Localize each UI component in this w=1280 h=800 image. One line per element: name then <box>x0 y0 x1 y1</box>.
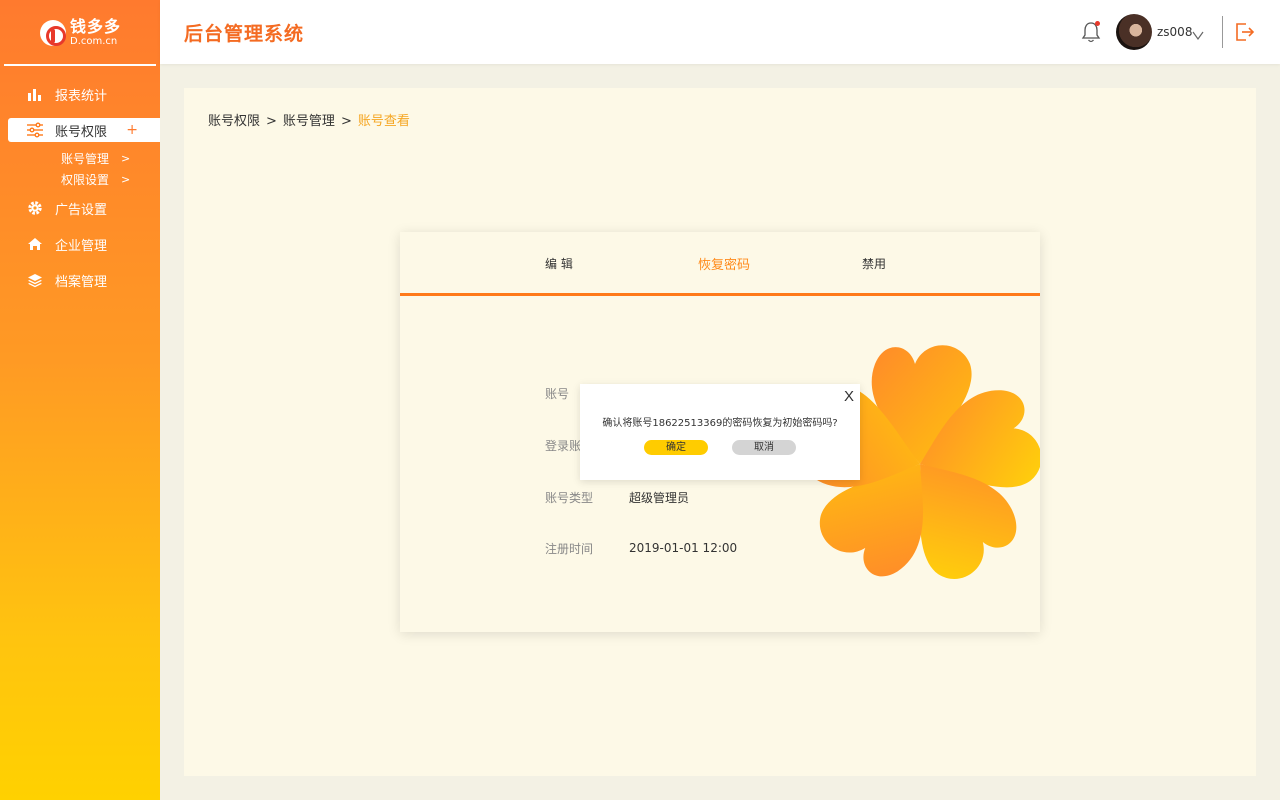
brand-logo[interactable]: 钱多多 D.com.cn <box>40 16 130 50</box>
sliders-icon <box>26 121 44 139</box>
field-label-register-time: 注册时间 <box>545 542 594 556</box>
avatar[interactable] <box>1116 14 1152 50</box>
logout-icon[interactable] <box>1232 20 1256 44</box>
sidebar-subitem-permission-settings[interactable]: 权限设置 > <box>0 169 160 190</box>
tab-reset-password[interactable]: 恢复密码 <box>698 254 750 273</box>
field-label-login-account: 登录账 <box>545 439 582 453</box>
sidebar-divider <box>4 64 156 66</box>
field-value-register-time: 2019-01-01 12:00 <box>629 541 738 555</box>
breadcrumb-separator: > <box>340 114 352 129</box>
home-icon <box>26 235 44 253</box>
brand-name: 钱多多 <box>70 17 122 36</box>
sidebar-subitem-label: 权限设置 <box>61 173 110 187</box>
brand-domain: D.com.cn <box>70 36 118 47</box>
app-title: 后台管理系统 <box>184 23 305 45</box>
sidebar-item-account-permissions[interactable]: 账号权限 + <box>8 118 160 142</box>
sidebar-item-label: 账号权限 <box>55 124 108 140</box>
sidebar: 钱多多 D.com.cn 报表统计 账号权限 + 账号管理 > 权限设置 > 广… <box>0 0 160 800</box>
expand-plus-icon[interactable]: + <box>126 122 138 138</box>
username[interactable]: zs008 <box>1157 25 1192 39</box>
top-header: 后台管理系统 zs008 <box>160 0 1280 64</box>
close-icon[interactable]: X <box>844 388 854 405</box>
sidebar-item-label: 广告设置 <box>55 202 108 218</box>
sidebar-subitem-label: 账号管理 <box>61 152 110 166</box>
logo-icon <box>40 20 66 46</box>
cancel-button[interactable]: 取消 <box>732 440 796 455</box>
chevron-right-icon: > <box>121 173 131 186</box>
dialog-message: 确认将账号18622513369的密码恢复为初始密码吗? <box>602 418 838 429</box>
sidebar-item-enterprise[interactable]: 企业管理 <box>0 226 160 262</box>
breadcrumb-item[interactable]: 账号管理 <box>283 114 335 129</box>
sidebar-item-label: 企业管理 <box>55 238 108 254</box>
layers-icon <box>26 271 44 289</box>
chevron-down-icon[interactable] <box>1192 26 1204 41</box>
tab-edit[interactable]: 编 辑 <box>545 255 573 272</box>
breadcrumb-separator: > <box>266 114 277 129</box>
sidebar-item-ad-settings[interactable]: 广告设置 <box>0 190 160 226</box>
confirm-button[interactable]: 确定 <box>644 440 708 455</box>
notification-bell-icon[interactable] <box>1080 20 1102 44</box>
gear-icon <box>26 199 44 217</box>
bar-chart-icon <box>26 85 44 103</box>
header-divider <box>1222 16 1223 48</box>
breadcrumb-current: 账号查看 <box>357 114 410 129</box>
field-label-account-type: 账号类型 <box>545 491 594 505</box>
confirm-reset-dialog: X 确认将账号18622513369的密码恢复为初始密码吗? 确定 取消 <box>580 384 860 480</box>
sidebar-nav: 报表统计 账号权限 + 账号管理 > 权限设置 > 广告设置 企业管理 档案管理 <box>0 76 160 298</box>
sidebar-item-reports[interactable]: 报表统计 <box>0 76 160 112</box>
breadcrumb-item[interactable]: 账号权限 <box>208 114 260 129</box>
chevron-right-icon: > <box>121 152 131 165</box>
sidebar-item-label: 档案管理 <box>55 274 108 290</box>
field-value-account-type: 超级管理员 <box>629 491 690 505</box>
sidebar-subitem-account-management[interactable]: 账号管理 > <box>0 148 160 169</box>
sidebar-item-label: 报表统计 <box>55 88 108 104</box>
notification-dot <box>1095 21 1100 26</box>
breadcrumb: 账号权限 > 账号管理 > 账号查看 <box>208 110 410 129</box>
card-tabs: 编 辑 恢复密码 禁用 <box>400 232 1040 296</box>
sidebar-item-archives[interactable]: 档案管理 <box>0 262 160 298</box>
tab-disable[interactable]: 禁用 <box>862 255 886 272</box>
field-label-account: 账号 <box>545 387 570 401</box>
